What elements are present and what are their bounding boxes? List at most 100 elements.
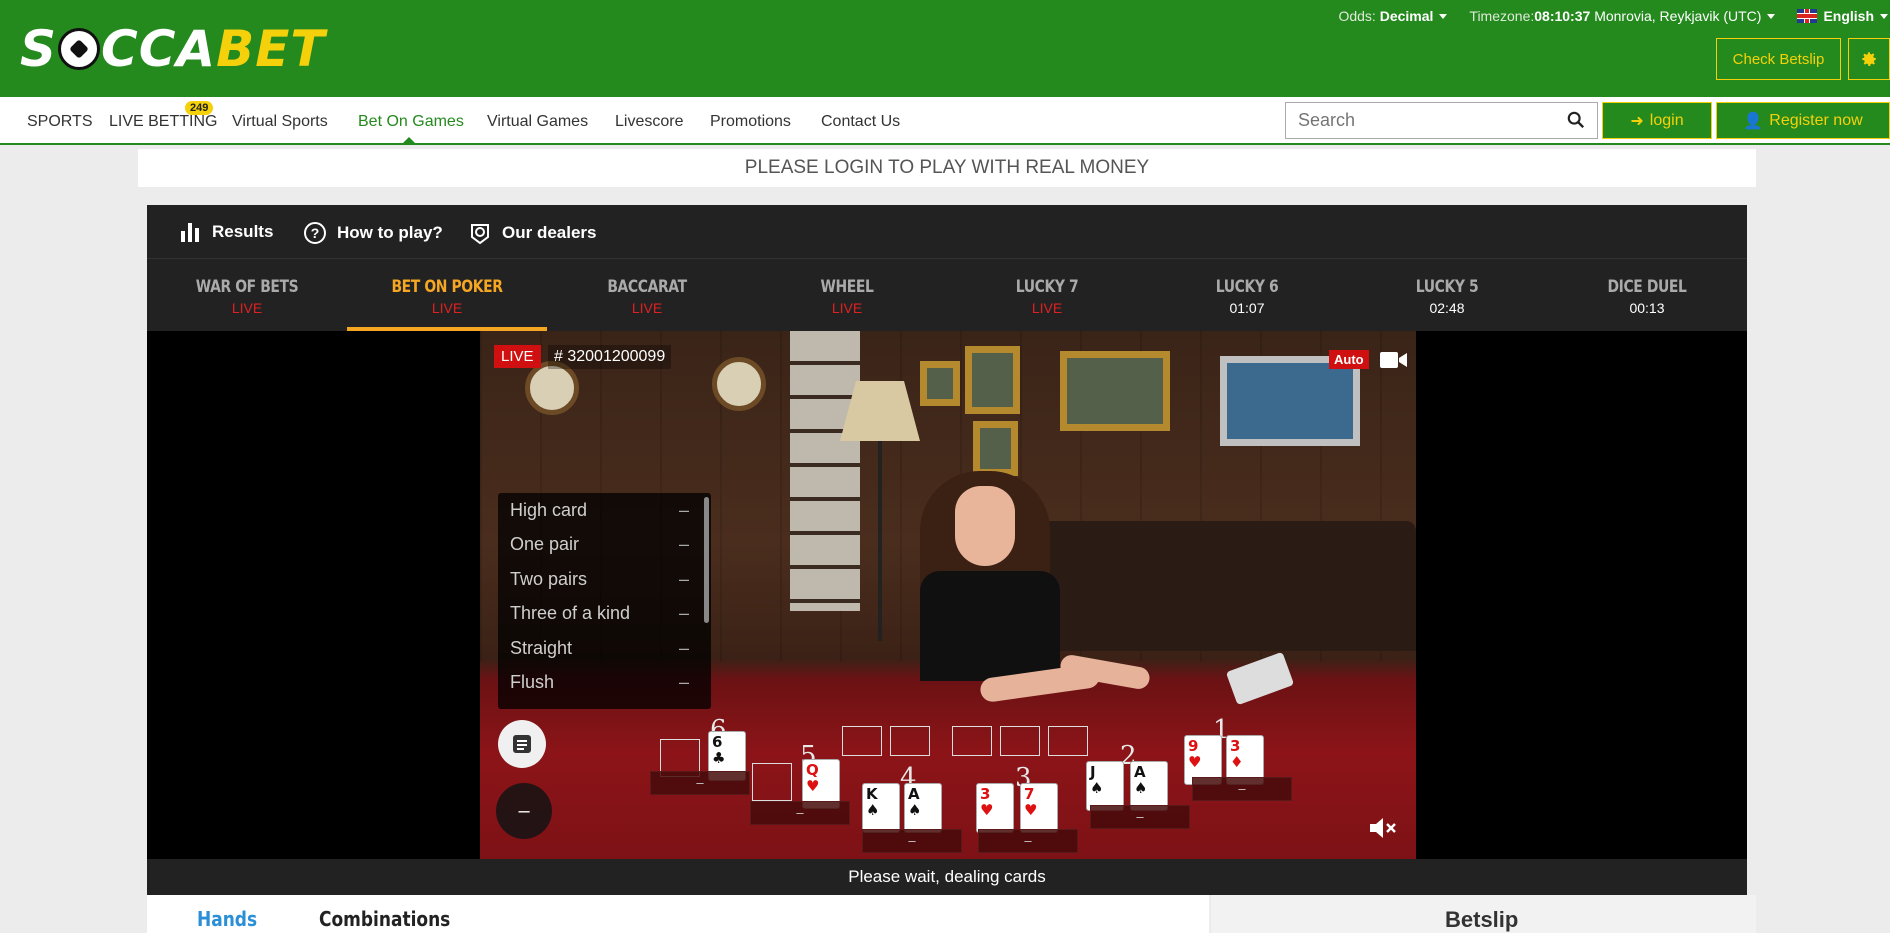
- playing-card: A ♠: [1130, 761, 1168, 811]
- tab-lucky-7[interactable]: LUCKY 7 LIVE: [947, 259, 1147, 331]
- question-circle-icon: ?: [303, 221, 327, 245]
- playing-card: 3 ♥: [976, 783, 1014, 833]
- our-dealers-button[interactable]: Our dealers: [468, 221, 597, 245]
- seat-odds[interactable]: –: [862, 829, 962, 853]
- tab-name: WHEEL: [820, 277, 874, 297]
- betslip-panel: Betslip: [1211, 895, 1756, 933]
- hands-panel: Hands Combinations: [147, 895, 1209, 933]
- tab-status: LIVE: [631, 300, 663, 316]
- chevron-down-icon: [1880, 13, 1888, 19]
- chevron-down-icon: [1767, 13, 1776, 19]
- mute-icon[interactable]: [1368, 815, 1398, 841]
- list-icon: [513, 735, 531, 753]
- tab-lucky-6[interactable]: LUCKY 6 01:07: [1147, 259, 1347, 331]
- scrollbar[interactable]: [704, 497, 709, 623]
- tab-name: LUCKY 6: [1215, 277, 1279, 297]
- game-panel: Results ? How to play? Our dealers WAR O…: [147, 205, 1747, 895]
- odds-value: Decimal: [1379, 8, 1434, 24]
- auto-quality-button[interactable]: Auto: [1329, 350, 1369, 369]
- tab-baccarat[interactable]: BACCARAT LIVE: [547, 259, 747, 331]
- hand-row[interactable]: Three of a kind –: [498, 597, 711, 632]
- results-button[interactable]: Results: [180, 221, 273, 243]
- language-selector[interactable]: English: [1797, 8, 1888, 24]
- card-slot: [752, 763, 792, 801]
- tab-name: BACCARAT: [607, 277, 687, 297]
- tab-status: LIVE: [831, 300, 863, 316]
- tab-dice-duel[interactable]: DICE DUEL 00:13: [1547, 259, 1747, 331]
- hand-odds: –: [678, 637, 689, 658]
- search-icon[interactable]: [1567, 111, 1585, 129]
- svg-text:?: ?: [311, 225, 320, 241]
- settings-button[interactable]: [1848, 38, 1890, 80]
- seat-odds[interactable]: –: [1192, 777, 1292, 801]
- hand-row[interactable]: High card –: [498, 493, 711, 528]
- seat-odds[interactable]: –: [650, 771, 750, 795]
- tab-countdown: 01:07: [1229, 300, 1265, 316]
- gear-icon: [1862, 52, 1876, 67]
- live-video-stream[interactable]: 6 6 ♣ – 5 Q ♥ – 4 K ♠ A ♠ – 3 3 ♥ 7 ♥ – 2 J ♠ A…: [480, 331, 1416, 859]
- clock-time: 08:10:37: [1534, 8, 1591, 24]
- nav-contact-us[interactable]: Contact Us: [821, 113, 900, 131]
- live-count-badge: 249: [185, 101, 214, 115]
- tab-countdown: 00:13: [1629, 300, 1665, 316]
- playing-card: J ♠: [1086, 761, 1124, 811]
- nav-live-betting[interactable]: LIVE BETTING: [109, 113, 217, 131]
- search-box: [1285, 102, 1598, 139]
- check-betslip-button[interactable]: Check Betslip: [1716, 38, 1841, 80]
- search-input[interactable]: [1286, 103, 1546, 138]
- hand-name: Three of a kind: [510, 603, 631, 624]
- odds-selector[interactable]: Odds: Decimal: [1338, 8, 1448, 24]
- tab-hands[interactable]: Hands: [197, 907, 257, 931]
- tab-combinations[interactable]: Combinations: [319, 907, 450, 931]
- video-camera-icon[interactable]: [1380, 351, 1408, 369]
- nav-promotions[interactable]: Promotions: [710, 113, 791, 131]
- register-button[interactable]: 👤 Register now: [1716, 102, 1890, 139]
- tab-bet-on-poker[interactable]: BET ON POKER LIVE: [347, 259, 547, 331]
- timezone-value: Monrovia, Reykjavik (UTC): [1594, 8, 1762, 24]
- seat-odds[interactable]: –: [1090, 805, 1190, 829]
- timezone-label: Timezone:: [1469, 8, 1535, 24]
- login-banner: PLEASE LOGIN TO PLAY WITH REAL MONEY: [138, 149, 1756, 187]
- hand-name: Flush: [510, 672, 555, 693]
- nav-virtual-games[interactable]: Virtual Games: [487, 113, 588, 131]
- game-toolbar: Results ? How to play? Our dealers: [147, 205, 1747, 259]
- bet-amount-button[interactable]: –: [496, 783, 552, 839]
- nav-sports[interactable]: SPORTS: [27, 113, 93, 131]
- hand-row[interactable]: Straight –: [498, 631, 711, 666]
- active-nav-indicator: [401, 137, 417, 145]
- tab-name: LUCKY 5: [1415, 277, 1479, 297]
- tab-war-of-bets[interactable]: WAR OF BETS LIVE: [147, 259, 347, 331]
- soccabet-logo[interactable]: S CCABET: [20, 24, 325, 74]
- tab-status: LIVE: [231, 300, 263, 316]
- tab-wheel[interactable]: WHEEL LIVE: [747, 259, 947, 331]
- community-card-slot: [1048, 726, 1088, 756]
- tab-lucky-5[interactable]: LUCKY 5 02:48: [1347, 259, 1547, 331]
- hand-name: High card: [510, 499, 588, 520]
- community-card-slot: [952, 726, 992, 756]
- soccer-ball-icon: [58, 28, 101, 70]
- login-button[interactable]: ➜ login: [1602, 102, 1712, 139]
- seat-odds[interactable]: –: [750, 801, 850, 825]
- nav-livescore[interactable]: Livescore: [615, 113, 683, 131]
- hand-row[interactable]: Flush –: [498, 666, 711, 701]
- list-toggle-button[interactable]: [498, 720, 546, 768]
- timezone-selector[interactable]: Timezone: 08:10:37 Monrovia, Reykjavik (U…: [1469, 8, 1776, 24]
- tab-name: BET ON POKER: [391, 277, 503, 297]
- hand-odds: –: [678, 534, 689, 555]
- round-id: # 32001200099: [548, 345, 672, 369]
- our-dealers-label: Our dealers: [502, 223, 597, 242]
- hand-row[interactable]: Two pairs –: [498, 562, 711, 597]
- hand-odds: –: [678, 499, 689, 520]
- hand-row[interactable]: One pair –: [498, 528, 711, 563]
- how-to-play-button[interactable]: ? How to play?: [303, 221, 443, 245]
- header: S CCABET Odds: Decimal Timezone: 08:10:37 …: [0, 0, 1890, 97]
- tab-status: LIVE: [1031, 300, 1063, 316]
- nav-virtual-sports[interactable]: Virtual Sports: [232, 113, 328, 131]
- user-plus-icon: 👤: [1743, 112, 1764, 130]
- top-info-bar: Odds: Decimal Timezone: 08:10:37 Monrovia…: [1338, 6, 1890, 26]
- seat-odds[interactable]: –: [978, 829, 1078, 853]
- bar-chart-icon: [180, 221, 202, 243]
- hand-name: Straight: [510, 637, 573, 658]
- main-nav: SPORTS LIVE BETTING 249 Virtual Sports B…: [0, 97, 1890, 145]
- nav-bet-on-games[interactable]: Bet On Games: [358, 113, 464, 131]
